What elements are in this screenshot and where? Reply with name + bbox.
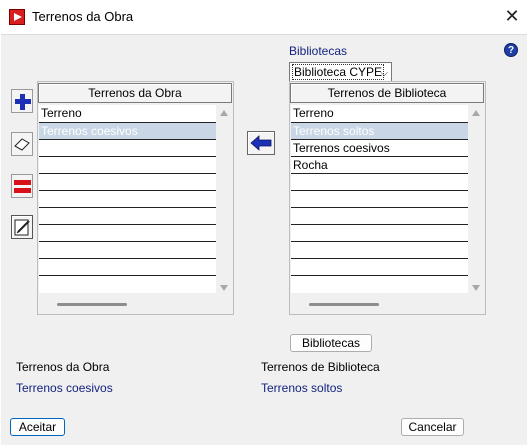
obra-vertical-scrollbar[interactable]: [216, 105, 232, 297]
copy-to-obra-button[interactable]: [247, 131, 275, 155]
library-column-header: Terreno: [291, 105, 468, 123]
library-select-value: Biblioteca CYPE: [292, 64, 385, 80]
app-icon: [9, 9, 25, 25]
obra-table-header: Terrenos da Obra: [38, 83, 232, 103]
table-row[interactable]: [39, 225, 216, 242]
table-row[interactable]: [291, 191, 468, 208]
table-row[interactable]: [291, 225, 468, 242]
table-row[interactable]: [39, 140, 216, 157]
cancel-button[interactable]: Cancelar: [401, 418, 464, 436]
table-row[interactable]: [39, 208, 216, 225]
eraser-icon: [14, 138, 30, 151]
library-select[interactable]: Biblioteca CYPE ⌵: [289, 62, 392, 82]
properties-button[interactable]: [11, 215, 33, 239]
table-row[interactable]: Terrenos coesivos: [291, 140, 468, 157]
table-row[interactable]: [39, 191, 216, 208]
obra-table: Terreno Terrenos coesivos: [39, 105, 216, 293]
obra-column-header: Terreno: [39, 105, 216, 123]
table-row[interactable]: [39, 157, 216, 174]
table-row[interactable]: [39, 276, 216, 293]
bibliotecas-button[interactable]: Bibliotecas: [290, 334, 372, 352]
scroll-up-icon[interactable]: [472, 110, 480, 116]
scroll-down-icon[interactable]: [220, 285, 228, 291]
table-row[interactable]: Rocha: [291, 157, 468, 174]
obra-info-label: Terrenos da Obra: [16, 360, 110, 374]
library-label: Bibliotecas: [289, 44, 348, 58]
help-icon[interactable]: ?: [504, 43, 518, 57]
scroll-thumb[interactable]: [309, 303, 379, 306]
library-table-header: Terrenos de Biblioteca: [290, 83, 484, 103]
library-vertical-scrollbar[interactable]: [468, 105, 484, 297]
add-button[interactable]: [11, 89, 33, 113]
table-row[interactable]: [291, 242, 468, 259]
scroll-down-icon[interactable]: [472, 285, 480, 291]
table-row[interactable]: Terrenos soltos: [291, 123, 468, 140]
library-info-label: Terrenos de Biblioteca: [261, 360, 380, 374]
table-row[interactable]: [291, 208, 468, 225]
obra-horizontal-scrollbar[interactable]: [39, 297, 232, 311]
table-row[interactable]: Terrenos coesivos: [39, 123, 216, 140]
library-info-value: Terrenos soltos: [261, 381, 343, 395]
close-icon[interactable]: ✕: [500, 4, 524, 28]
table-row[interactable]: [291, 276, 468, 293]
arrow-left-icon: [250, 135, 272, 151]
scroll-thumb[interactable]: [57, 303, 127, 306]
edit-pencil-icon: [14, 219, 30, 236]
library-horizontal-scrollbar[interactable]: [291, 297, 484, 311]
edit-button[interactable]: [11, 132, 33, 156]
scroll-up-icon[interactable]: [220, 110, 228, 116]
delete-button[interactable]: [11, 174, 33, 198]
table-row[interactable]: [291, 174, 468, 191]
window-title: Terrenos da Obra: [32, 9, 134, 24]
table-row[interactable]: [39, 259, 216, 276]
table-row[interactable]: [39, 174, 216, 191]
table-row[interactable]: [39, 242, 216, 259]
library-table: Terreno Terrenos soltos Terrenos coesivo…: [291, 105, 468, 293]
table-row[interactable]: [291, 259, 468, 276]
accept-button[interactable]: Aceitar: [10, 418, 65, 436]
obra-info-value: Terrenos coesivos: [16, 381, 113, 395]
